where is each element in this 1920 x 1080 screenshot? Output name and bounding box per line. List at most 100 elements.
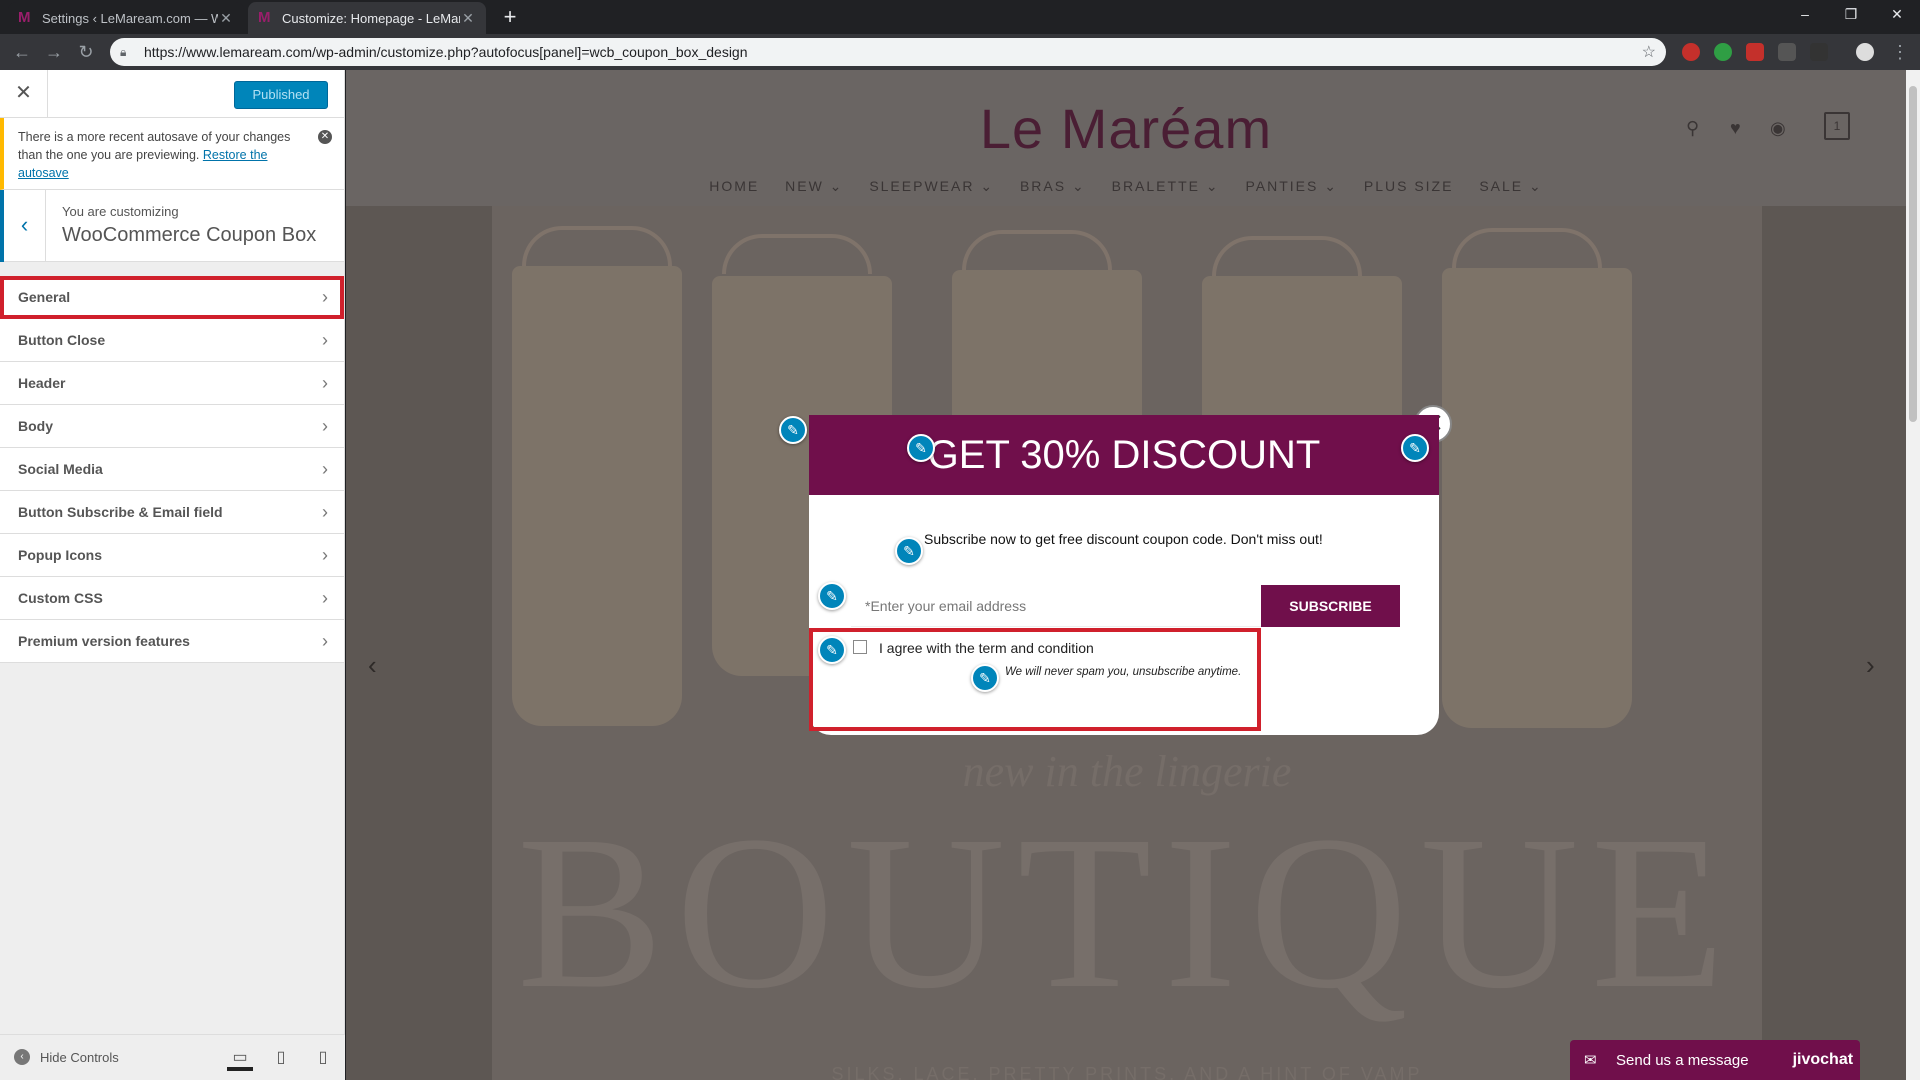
- edit-pencil-icon[interactable]: ✎: [895, 537, 923, 565]
- nav-item[interactable]: PANTIES ⌄: [1245, 178, 1337, 194]
- wishlist-heart-icon[interactable]: ♥: [1730, 118, 1741, 139]
- chevron-right-icon: ›: [322, 588, 328, 608]
- close-icon[interactable]: ✕: [0, 70, 48, 118]
- forward-arrow-icon[interactable]: →: [42, 40, 66, 64]
- chevron-right-icon: ›: [322, 631, 328, 651]
- hanger-graphic: [522, 226, 672, 266]
- chat-label: Send us a message: [1616, 1051, 1749, 1069]
- mobile-preview-icon[interactable]: ▯: [310, 1045, 336, 1071]
- tab-close-icon[interactable]: ✕: [218, 10, 234, 27]
- edit-pencil-icon[interactable]: ✎: [818, 636, 846, 664]
- nav-item[interactable]: NEW ⌄: [785, 178, 843, 194]
- site-logo[interactable]: Le Maréam: [346, 96, 1906, 161]
- browser-tab-strip: M Settings ‹ LeMaream.com — Wo ✕ M Custo…: [0, 0, 1920, 34]
- section-menu: General › Button Close › Header › Body › Soc…: [0, 276, 344, 663]
- extension-icon[interactable]: [1682, 43, 1700, 61]
- chat-brand: jivochat: [1792, 1051, 1854, 1068]
- menu-item-label: Premium version features: [18, 633, 190, 649]
- lock-icon: 🔒︎: [120, 44, 127, 59]
- chevron-right-icon: ›: [322, 287, 328, 307]
- menu-item-header[interactable]: Header ›: [0, 362, 344, 405]
- site-preview: Le Maréam HOME NEW ⌄ SLEEPWEAR ⌄ BRAS ⌄ …: [346, 70, 1920, 1080]
- window-close-button[interactable]: ✕: [1874, 0, 1920, 30]
- menu-item-custom-css[interactable]: Custom CSS ›: [0, 577, 344, 620]
- profile-avatar[interactable]: [1856, 43, 1874, 61]
- slider-next-icon[interactable]: ›: [1866, 650, 1875, 681]
- menu-item-label: Social Media: [18, 461, 103, 477]
- popup-title: GET 30% DISCOUNT: [927, 433, 1321, 477]
- menu-item-label: Button Close: [18, 332, 106, 348]
- edit-pencil-icon[interactable]: ✎: [971, 664, 999, 692]
- menu-item-general[interactable]: General ›: [0, 276, 344, 319]
- restore-button[interactable]: ❐: [1828, 0, 1874, 30]
- extension-icon[interactable]: [1714, 43, 1732, 61]
- cart-icon[interactable]: 1: [1824, 112, 1850, 140]
- menu-item-premium[interactable]: Premium version features ›: [0, 620, 344, 663]
- extension-icon[interactable]: [1810, 43, 1828, 61]
- no-spam-note: We will never spam you, unsubscribe anyt…: [1005, 666, 1242, 678]
- search-icon[interactable]: ⚲: [1686, 118, 1699, 139]
- address-bar[interactable]: 🔒︎ https://www.lemaream.com/wp-admin/cus…: [110, 38, 1666, 66]
- subscribe-button[interactable]: SUBSCRIBE: [1261, 585, 1400, 627]
- chrome-menu-icon[interactable]: ⋮: [1888, 40, 1912, 64]
- chevron-right-icon: ›: [322, 502, 328, 522]
- edit-pencil-icon[interactable]: ✎: [779, 416, 807, 444]
- hide-controls-button[interactable]: ‹ Hide Controls: [14, 1049, 119, 1065]
- nav-item[interactable]: PLUS SIZE: [1364, 178, 1454, 194]
- desktop-preview-icon[interactable]: ▭: [227, 1045, 253, 1071]
- menu-item-social-media[interactable]: Social Media ›: [0, 448, 344, 491]
- chat-widget[interactable]: ✉ Send us a message jivochat: [1570, 1040, 1860, 1080]
- minimize-button[interactable]: –: [1782, 0, 1828, 30]
- chevron-right-icon: ›: [322, 545, 328, 565]
- extension-icon[interactable]: [1746, 43, 1764, 61]
- site-nav: HOME NEW ⌄ SLEEPWEAR ⌄ BRAS ⌄ BRALETTE ⌄…: [346, 178, 1906, 195]
- site-header: Le Maréam HOME NEW ⌄ SLEEPWEAR ⌄ BRAS ⌄ …: [346, 70, 1906, 206]
- bookmark-star-icon[interactable]: ☆: [1642, 42, 1656, 62]
- autosave-notice: There is a more recent autosave of your …: [0, 118, 344, 190]
- slider-prev-icon[interactable]: ‹: [368, 650, 377, 681]
- hanger-graphic: [1212, 236, 1362, 276]
- nav-item[interactable]: BRAS ⌄: [1020, 178, 1086, 194]
- agree-checkbox[interactable]: [853, 640, 867, 654]
- menu-item-label: General: [18, 289, 71, 305]
- nav-item[interactable]: SALE ⌄: [1479, 178, 1542, 194]
- popup-message: Subscribe now to get free discount coupo…: [924, 531, 1323, 547]
- account-icon[interactable]: ◉: [1770, 118, 1786, 139]
- tab-close-icon[interactable]: ✕: [460, 10, 476, 27]
- extension-icon[interactable]: [1778, 43, 1796, 61]
- tab-settings[interactable]: M Settings ‹ LeMaream.com — Wo ✕: [8, 2, 244, 34]
- hanger-graphic: [1452, 228, 1602, 268]
- menu-item-label: Body: [18, 418, 53, 434]
- garment-graphic: [1442, 268, 1632, 728]
- edit-pencil-icon[interactable]: ✎: [1401, 434, 1429, 462]
- scrollbar-thumb[interactable]: [1909, 86, 1917, 422]
- email-input[interactable]: *Enter your email address: [851, 585, 1261, 627]
- menu-item-button-subscribe[interactable]: Button Subscribe & Email field ›: [0, 491, 344, 534]
- dismiss-icon[interactable]: ✕: [318, 130, 332, 144]
- edit-pencil-icon[interactable]: ✎: [907, 434, 935, 462]
- agree-label: I agree with the term and condition: [879, 640, 1094, 656]
- edit-pencil-icon[interactable]: ✎: [818, 582, 846, 610]
- new-tab-button[interactable]: +: [498, 5, 522, 29]
- chevron-right-icon: ›: [322, 416, 328, 436]
- menu-item-button-close[interactable]: Button Close ›: [0, 319, 344, 362]
- section-header: ‹ You are customizing WooCommerce Coupon…: [0, 190, 344, 262]
- chevron-right-icon: ›: [322, 459, 328, 479]
- reload-icon[interactable]: ↻: [74, 40, 98, 64]
- nav-item[interactable]: SLEEPWEAR ⌄: [869, 178, 994, 194]
- nav-item[interactable]: HOME: [709, 178, 759, 194]
- back-chevron-icon[interactable]: ‹: [0, 190, 46, 262]
- customizer-sidebar: ✕ Published There is a more recent autos…: [0, 70, 345, 1080]
- tablet-preview-icon[interactable]: ▯: [268, 1045, 294, 1071]
- menu-item-popup-icons[interactable]: Popup Icons ›: [0, 534, 344, 577]
- tab-customize[interactable]: M Customize: Homepage - LeMare ✕: [248, 2, 486, 34]
- publish-button[interactable]: Published: [234, 81, 328, 109]
- nav-item[interactable]: BRALETTE ⌄: [1112, 178, 1220, 194]
- hide-controls-label: Hide Controls: [40, 1049, 119, 1065]
- back-arrow-icon[interactable]: ←: [10, 40, 34, 64]
- menu-item-body[interactable]: Body ›: [0, 405, 344, 448]
- preview-scrollbar[interactable]: [1906, 70, 1920, 1080]
- hanger-graphic: [722, 234, 872, 274]
- chevron-right-icon: ›: [322, 330, 328, 350]
- hanger-graphic: [962, 230, 1112, 270]
